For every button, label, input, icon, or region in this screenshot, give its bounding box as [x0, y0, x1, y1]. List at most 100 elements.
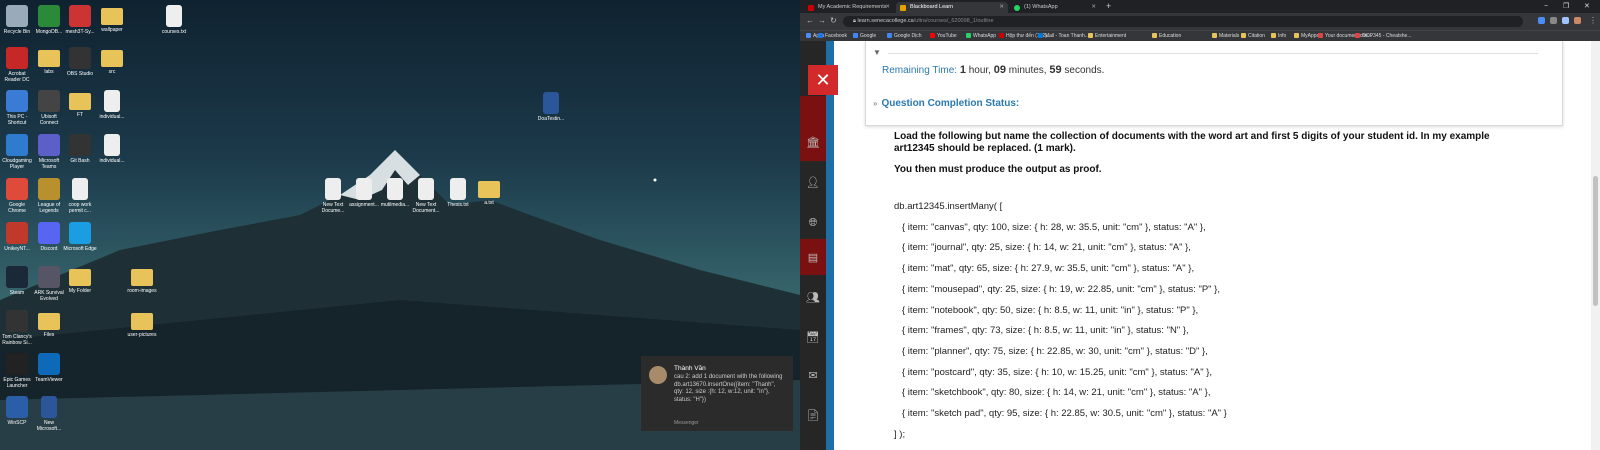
desktop-icon[interactable]: courses.txt [157, 5, 191, 35]
desktop-icon[interactable]: Cloudgaming Player [0, 134, 34, 170]
desktop-icon[interactable]: New Text Document... [409, 178, 443, 214]
puzzle-icon[interactable] [1562, 17, 1569, 24]
desktop-icon[interactable]: labs [32, 47, 66, 75]
desktop-icon[interactable]: This PC - Shortcut [0, 90, 34, 126]
desktop-icon[interactable]: TeamViewer [32, 353, 66, 383]
bookmark-item[interactable]: Materials [1212, 31, 1239, 41]
question-completion-status[interactable]: » Question Completion Status: [873, 98, 1019, 109]
desktop-icon[interactable]: wallpaper [95, 5, 129, 33]
desktop-icon[interactable]: ARK Survival Evolved [32, 266, 66, 302]
bookmark-item[interactable]: OOP345 - Cheatshe... [1355, 31, 1411, 41]
file-icon [387, 178, 403, 200]
bookmark-item[interactable]: Google Dịch [887, 31, 922, 41]
close-window-button[interactable]: ✕ [1584, 0, 1590, 13]
forward-icon[interactable]: → [818, 16, 826, 25]
desktop-icon[interactable]: coop work permit c... [63, 178, 97, 214]
desktop-icon[interactable]: Ubisoft Connect [32, 90, 66, 126]
desktop-icon[interactable]: Epic Games Launcher [0, 353, 34, 389]
desktop-icon[interactable]: Microsoft Edge [63, 222, 97, 252]
desktop-icon[interactable]: mesh3T-Sy... [63, 5, 97, 35]
desktop-icon[interactable]: New Text Docume... [316, 178, 350, 214]
url-host: learn.senecacollege.ca [857, 18, 914, 24]
messenger-notification[interactable]: Thành Văn cau 2: add 1 document with the… [641, 356, 793, 431]
desktop-icon[interactable]: Git Bash [63, 134, 97, 164]
globe-icon[interactable]: 🌐︎ [806, 216, 820, 230]
desktop-icon[interactable]: user-pictures [125, 310, 159, 338]
profile-icon[interactable]: 👤︎ [806, 176, 820, 190]
code-line: { item: "mat", qty: 65, size: { h: 27.9,… [894, 263, 1195, 275]
desktop-icon[interactable]: mutilmedia... [378, 178, 412, 208]
desktop-icon[interactable]: MongoDB... [32, 5, 66, 35]
desktop-icon[interactable]: a.txt [472, 178, 506, 206]
desktop-icon[interactable]: Steam [0, 266, 34, 296]
desktop-icon[interactable]: My Folder [63, 266, 97, 294]
tab-blackboard-learn[interactable]: Blackboard Learn ✕ [896, 2, 1008, 13]
desktop-icon[interactable]: Recycle Bin [0, 5, 34, 35]
desktop-icon[interactable]: DoaTestin... [534, 92, 568, 122]
folder-icon [478, 181, 500, 198]
desktop-icon[interactable]: Google Chrome [0, 178, 34, 214]
bookmark-item[interactable]: MyApps [1294, 31, 1319, 41]
bookmark-item[interactable]: Education [1152, 31, 1181, 41]
extension-icon[interactable] [1550, 17, 1557, 24]
new-tab-button[interactable]: + [1106, 1, 1111, 11]
close-assessment-button[interactable]: ✕ [808, 65, 838, 95]
desktop-icon[interactable]: individual... [95, 90, 129, 120]
desktop-icon[interactable]: OBS Studio [63, 47, 97, 77]
bookmark-icon [1271, 33, 1276, 38]
bookmark-item[interactable]: Info [1271, 31, 1286, 41]
desktop-icon[interactable]: New Microsoft... [32, 396, 66, 432]
close-tab-icon[interactable]: ✕ [885, 2, 890, 13]
file-icon [104, 90, 120, 112]
favicon-icon [900, 5, 906, 11]
courses-icon[interactable]: ▤ [806, 251, 820, 265]
menu-icon[interactable]: ⋮ [1589, 16, 1597, 25]
messages-icon[interactable]: ✉ [806, 369, 820, 383]
bookmark-label: Materials [1219, 33, 1240, 39]
desktop-icon[interactable]: individual... [95, 134, 129, 164]
desktop-icon[interactable]: FT [63, 90, 97, 118]
desktop-icon-label: assignment... [349, 202, 379, 208]
bookmark-item[interactable]: Facebook [818, 31, 847, 41]
tab-whatsapp[interactable]: (1) WhatsApp ✕ [1010, 2, 1100, 13]
desktop-icon[interactable]: Tom Clancy's Rainbow Si... [0, 310, 34, 346]
minimize-button[interactable]: − [1544, 0, 1548, 13]
address-bar[interactable]: 🔒︎ learn.senecacollege.ca/ultra/courses/… [843, 16, 1523, 27]
desktop-icon[interactable]: WinSCP [0, 396, 34, 426]
back-icon[interactable]: ← [806, 16, 814, 25]
calendar-icon[interactable]: 📅︎ [806, 331, 820, 345]
desktop-icon[interactable]: Thesis.txt [441, 178, 475, 208]
desktop-icon[interactable]: Discord [32, 222, 66, 252]
bookmark-item[interactable]: Google [853, 31, 876, 41]
maximize-button[interactable]: ❐ [1563, 0, 1569, 13]
close-tab-icon[interactable]: ✕ [1091, 2, 1096, 13]
bookmark-item[interactable]: Entertainment [1088, 31, 1126, 41]
page-scrollbar[interactable] [1591, 41, 1600, 450]
desktop-icon[interactable]: Microsoft Teams [32, 134, 66, 170]
bookmark-item[interactable]: YouTube [930, 31, 957, 41]
profile-icon[interactable] [1574, 17, 1581, 24]
desktop-icon[interactable]: assignment... [347, 178, 381, 208]
bookmark-label: Citation [1248, 33, 1265, 39]
code-line: { item: "sketch pad", qty: 95, size: { h… [894, 408, 1227, 419]
bookmark-item[interactable]: WhatsApp [966, 31, 996, 41]
desktop-icon-label: TeamViewer [35, 377, 63, 383]
bookmark-item[interactable]: Mail - Toan Thanh... [1038, 31, 1089, 41]
institution-icon[interactable]: 🏛︎ [806, 136, 820, 150]
reload-icon[interactable]: ↻ [830, 16, 837, 25]
desktop-icon[interactable]: Files [32, 310, 66, 338]
close-tab-icon[interactable]: ✕ [999, 2, 1004, 13]
bookmark-item[interactable]: Citation [1241, 31, 1265, 41]
groups-icon[interactable]: 👥︎ [806, 291, 820, 305]
grades-icon[interactable]: 📄︎ [806, 409, 820, 423]
desktop-icon[interactable]: src [95, 47, 129, 75]
desktop-icon[interactable]: League of Legends [32, 178, 66, 214]
tab-academic-requirements[interactable]: My Academic Requirements ✕ [804, 2, 894, 13]
scrollbar-thumb[interactable] [1593, 176, 1598, 306]
desktop-icon[interactable]: room-images [125, 266, 159, 294]
extension-icon[interactable] [1538, 17, 1545, 24]
desktop-icon[interactable]: Acrobat Reader DC [0, 47, 34, 83]
desktop-icon-label: src [108, 69, 116, 75]
desktop-icon[interactable]: UnikeyNT... [0, 222, 34, 252]
collapse-chevron-icon[interactable]: ▼ [873, 48, 881, 57]
